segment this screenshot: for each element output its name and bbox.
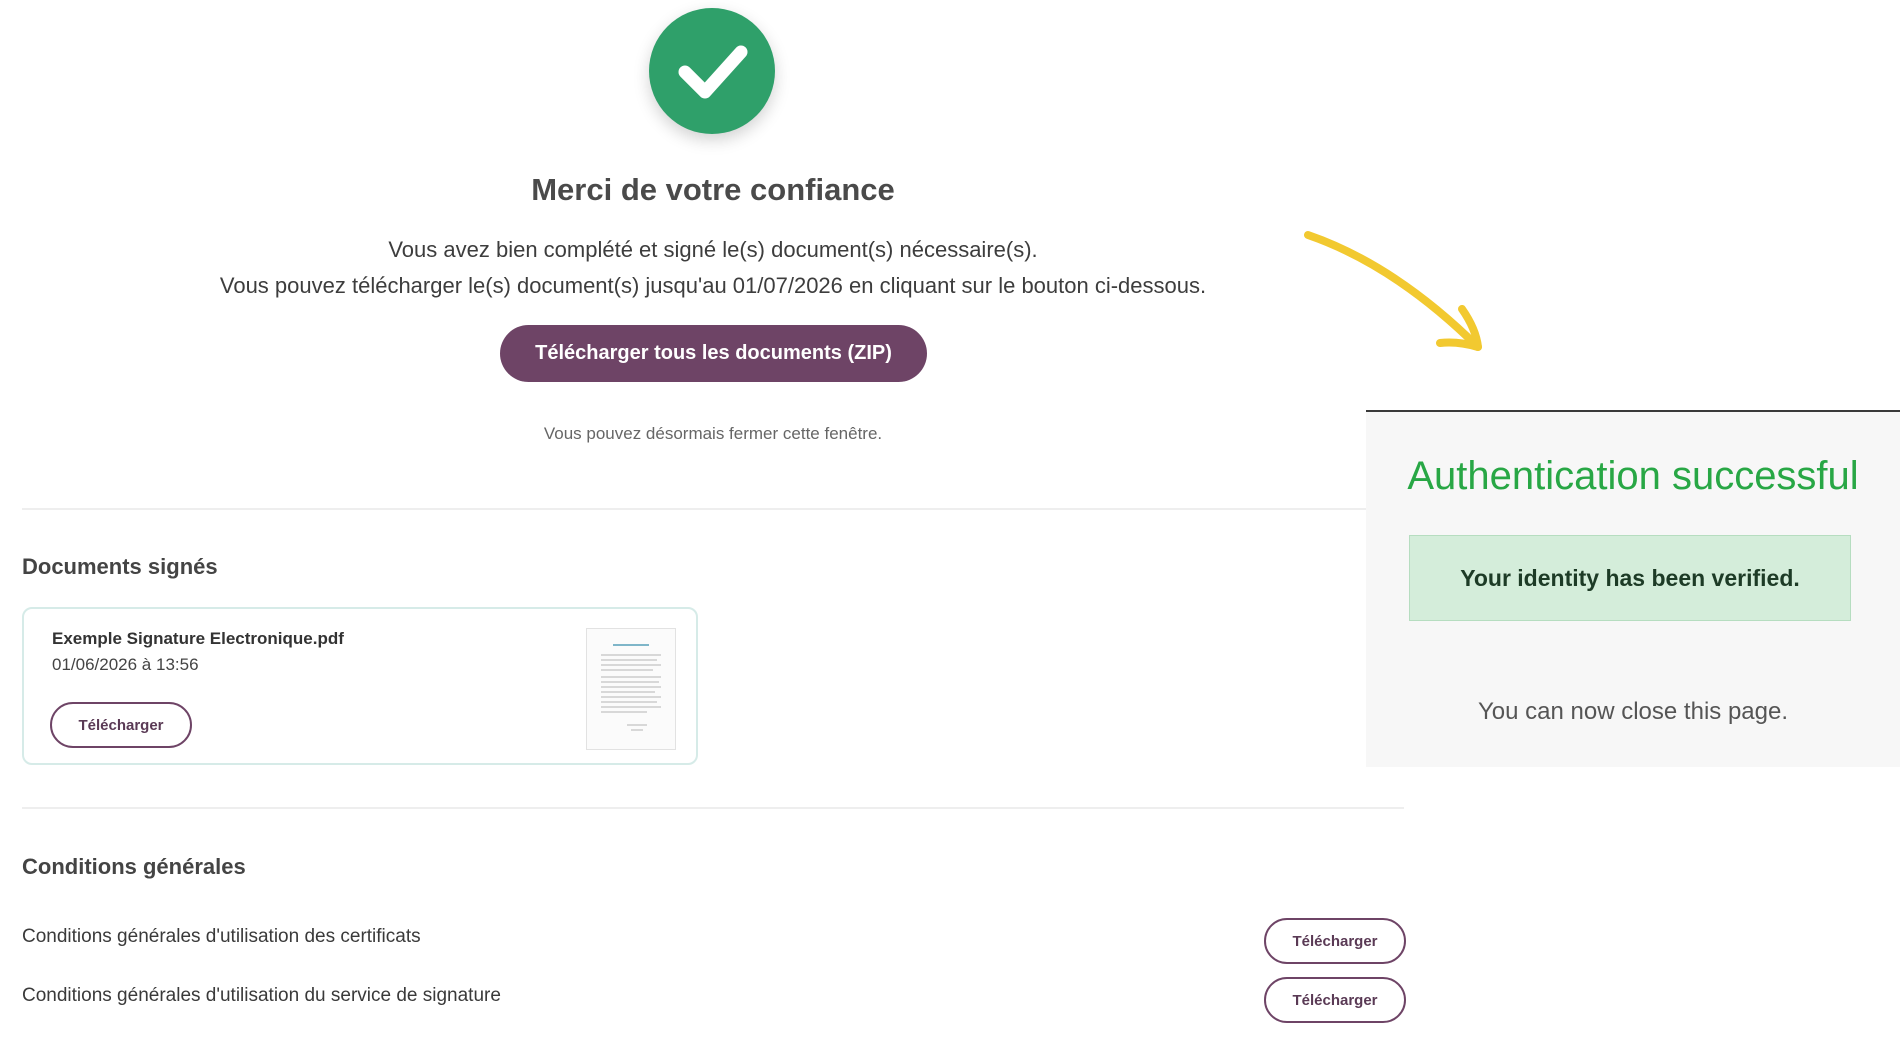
success-check-icon [649,8,775,134]
document-name: Exemple Signature Electronique.pdf [52,629,344,648]
conditions-item-certificates: Conditions générales d'utilisation des c… [22,926,421,947]
download-conditions-signature-button[interactable]: Télécharger [1264,977,1406,1023]
yellow-arrow-icon [1304,231,1482,351]
completion-message: Vous avez bien complété et signé le(s) d… [388,237,1038,262]
divider [22,508,1404,510]
document-card: Exemple Signature Electronique.pdf 01/06… [22,607,698,765]
document-thumbnail[interactable] [586,628,676,750]
auth-close-note: You can now close this page. [1478,698,1788,725]
download-conditions-certificates-button[interactable]: Télécharger [1264,918,1406,964]
identity-verified-alert: Your identity has been verified. [1409,535,1851,621]
download-all-zip-button[interactable]: Télécharger tous les documents (ZIP) [500,325,927,382]
auth-success-title: Authentication successful [1407,454,1859,498]
conditions-heading: Conditions générales [22,854,246,879]
authentication-panel: Authentication successful Your identity … [1366,410,1900,767]
download-deadline-message: Vous pouvez télécharger le(s) document(s… [219,273,1207,298]
page-title: Merci de votre confiance [531,172,895,207]
conditions-item-signature-service: Conditions générales d'utilisation du se… [22,985,501,1006]
signed-documents-heading: Documents signés [22,554,218,579]
divider [22,807,1404,809]
close-window-note: Vous pouvez désormais fermer cette fenêt… [543,424,883,443]
download-document-button[interactable]: Télécharger [50,702,192,748]
document-date: 01/06/2026 à 13:56 [52,655,199,674]
